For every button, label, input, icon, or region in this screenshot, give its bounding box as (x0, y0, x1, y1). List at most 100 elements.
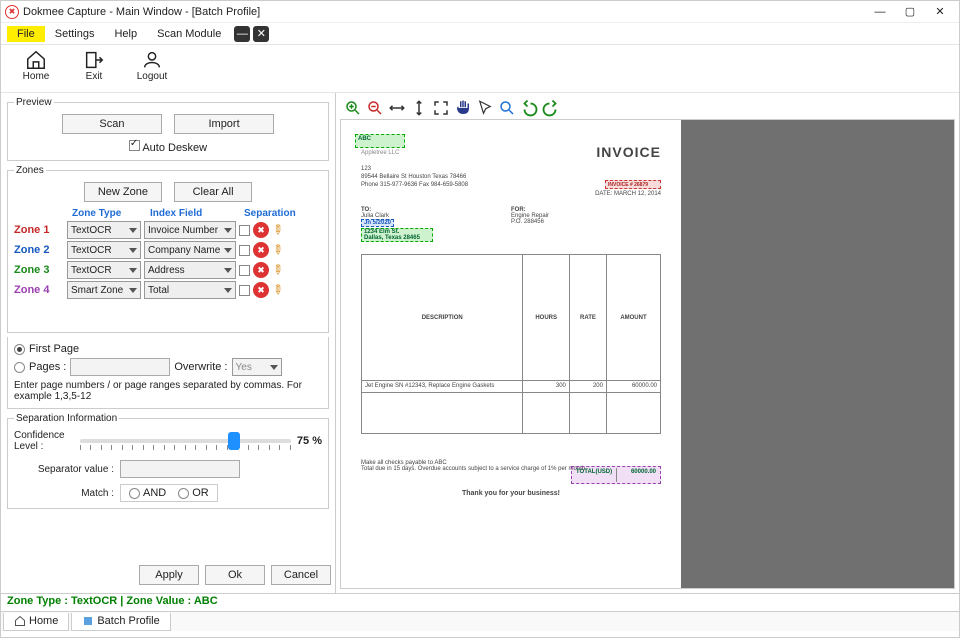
header-separation: Separation (244, 208, 296, 219)
first-page-radio[interactable] (14, 344, 25, 355)
viewer-padding (681, 120, 954, 588)
import-button[interactable]: Import (174, 114, 274, 134)
th-amount: AMOUNT (606, 255, 660, 380)
for-line2: P.O. 288456 (511, 219, 661, 225)
zoom-area-icon[interactable] (498, 99, 516, 117)
confidence-label: Confidence Level : (14, 430, 74, 452)
zone-2-sep-check[interactable] (239, 245, 250, 256)
maximize-button[interactable]: ▢ (895, 2, 925, 22)
scan-button[interactable]: Scan (62, 114, 162, 134)
fit-width-icon[interactable] (388, 99, 406, 117)
first-page-label: First Page (29, 343, 79, 355)
zone-1-delete[interactable]: ✖ (253, 222, 269, 238)
close-button[interactable]: ✕ (925, 2, 955, 22)
new-zone-button[interactable]: New Zone (84, 182, 162, 202)
match-or-radio[interactable] (178, 488, 189, 499)
minimize-button[interactable]: — (865, 2, 895, 22)
document-viewer[interactable]: ABC Appletree LLC INVOICE 123 89544 Bell… (340, 119, 955, 589)
zone-box-invoice-no[interactable]: INVOICE # 26879 (605, 180, 661, 189)
tab-home[interactable]: Home (3, 613, 69, 631)
zone-4-edit[interactable]: ✎ (268, 280, 287, 299)
menu-help[interactable]: Help (104, 26, 147, 42)
invoice-thanks: Thank you for your business! (361, 490, 661, 497)
redo-icon[interactable] (542, 99, 560, 117)
zone-1-sep-check[interactable] (239, 225, 250, 236)
clear-all-button[interactable]: Clear All (174, 182, 252, 202)
main-area: Preview Scan Import ✓ Auto Deskew Zones … (1, 93, 959, 593)
paging-group: First Page Pages : Overwrite : Yes Enter… (7, 337, 329, 409)
zone-2-type[interactable]: TextOCR (67, 241, 141, 259)
tab-batch-profile[interactable]: Batch Profile (71, 613, 170, 631)
app-icon: ✖ (5, 5, 19, 19)
mdi-close-button[interactable]: ✕ (253, 26, 269, 42)
menu-settings[interactable]: Settings (45, 26, 105, 42)
right-panel: ABC Appletree LLC INVOICE 123 89544 Bell… (336, 93, 959, 593)
td-amount: 60000.00 (606, 380, 660, 392)
fit-page-icon[interactable] (432, 99, 450, 117)
pan-icon[interactable] (454, 99, 472, 117)
fit-height-icon[interactable] (410, 99, 428, 117)
pointer-icon[interactable] (476, 99, 494, 117)
header-zone-type: Zone Type (72, 208, 150, 219)
separator-value-input[interactable] (120, 460, 240, 478)
invoice-date: DATE: MARCH 12, 2014 (361, 191, 661, 197)
zone-box-address[interactable]: 1234 Elm St. Dallas, Texas 28465 (361, 228, 433, 242)
zone-3-sep-check[interactable] (239, 265, 250, 276)
overwrite-select[interactable]: Yes (232, 358, 282, 376)
menu-file[interactable]: File (7, 26, 45, 42)
zone-box-total[interactable]: TOTAL(USD) 60000.00 (571, 466, 661, 484)
preview-legend: Preview (14, 97, 54, 108)
cancel-button[interactable]: Cancel (271, 565, 331, 585)
paging-hint: Enter page numbers / or page ranges sepa… (14, 380, 322, 402)
th-rate: RATE (569, 255, 606, 380)
zones-legend: Zones (14, 165, 46, 176)
zone-4-label: Zone 4 (14, 284, 64, 296)
match-and-radio[interactable] (129, 488, 140, 499)
zoom-in-icon[interactable] (344, 99, 362, 117)
undo-icon[interactable] (520, 99, 538, 117)
match-label: Match : (14, 488, 114, 499)
zone-2-delete[interactable]: ✖ (253, 242, 269, 258)
confidence-slider[interactable] (80, 439, 291, 443)
pages-label: Pages : (29, 361, 66, 373)
zone-2-edit[interactable]: ✎ (268, 240, 287, 259)
td-hours: 300 (523, 380, 569, 392)
zone-3-field[interactable]: Address (144, 261, 236, 279)
auto-deskew-checkbox[interactable]: ✓ (129, 140, 140, 151)
ok-button[interactable]: Ok (205, 565, 265, 585)
zone-4-field[interactable]: Total (144, 281, 236, 299)
zone-1-edit[interactable]: ✎ (268, 220, 287, 239)
match-and-label: AND (143, 487, 166, 499)
zone-2-field[interactable]: Company Name (144, 241, 236, 259)
menu-scan-module[interactable]: Scan Module (147, 26, 231, 42)
separation-group: Separation Information Confidence Level … (7, 413, 329, 509)
zone-3-delete[interactable]: ✖ (253, 262, 269, 278)
apply-button[interactable]: Apply (139, 565, 199, 585)
home-tab-icon (14, 615, 26, 627)
zone-box-date[interactable]: Jn 5/2020 (361, 219, 394, 227)
exit-icon (83, 49, 105, 71)
toolbar-home[interactable]: Home (7, 47, 65, 82)
zone-4-type[interactable]: Smart Zone (67, 281, 141, 299)
match-or-label: OR (192, 487, 209, 499)
zone-box-abc[interactable]: ABC (355, 134, 405, 148)
mdi-minimize-button[interactable]: — (234, 26, 250, 42)
zone-1-type[interactable]: TextOCR (67, 221, 141, 239)
pages-input[interactable] (70, 358, 170, 376)
zoom-out-icon[interactable] (366, 99, 384, 117)
toolbar-exit[interactable]: Exit (65, 47, 123, 82)
zone-1-field[interactable]: Invoice Number (144, 221, 236, 239)
zone-4-delete[interactable]: ✖ (253, 282, 269, 298)
zone-4-sep-check[interactable] (239, 285, 250, 296)
separation-legend: Separation Information (14, 413, 119, 424)
tab-home-label: Home (29, 615, 58, 627)
left-panel: Preview Scan Import ✓ Auto Deskew Zones … (1, 93, 336, 593)
zone-3-edit[interactable]: ✎ (268, 260, 287, 279)
tab-batch-label: Batch Profile (97, 615, 159, 627)
pages-radio[interactable] (14, 362, 25, 373)
status-bar: Zone Type : TextOCR | Zone Value : ABC (1, 593, 959, 611)
toolbar-logout[interactable]: Logout (123, 47, 181, 82)
footer-buttons: Apply Ok Cancel (5, 561, 331, 589)
menu-bar: File Settings Help Scan Module — ✕ (1, 23, 959, 45)
zone-3-type[interactable]: TextOCR (67, 261, 141, 279)
